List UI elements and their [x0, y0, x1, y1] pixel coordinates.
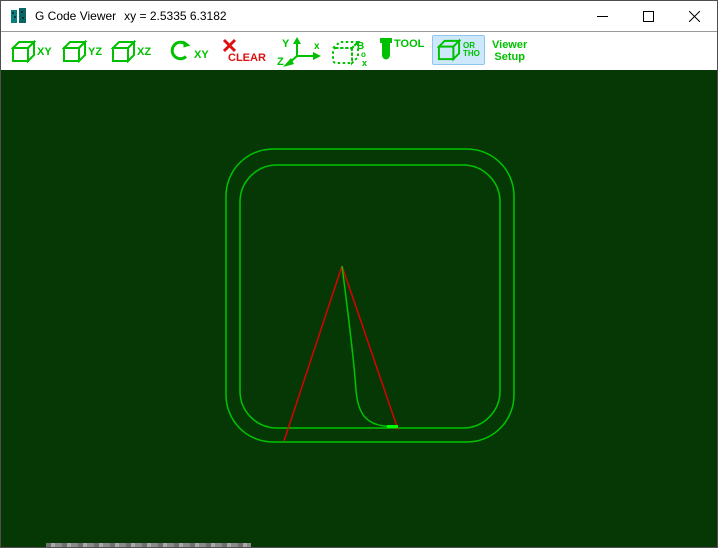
view-xz-label: XZ: [137, 45, 152, 58]
ortho-label: OR THO: [463, 42, 480, 58]
box-dashed-cube-icon: B o x: [330, 39, 367, 67]
tool-button[interactable]: TOOL: [379, 38, 424, 61]
cube-icon: [111, 40, 136, 63]
outer-contour-path: [225, 148, 515, 443]
coordinate-readout: xy = 2.5335 6.3182: [124, 9, 227, 23]
box-button[interactable]: B o x: [330, 38, 368, 67]
minimize-icon: [596, 15, 608, 17]
gcode-viewport[interactable]: [1, 70, 717, 547]
maximize-button[interactable]: [625, 1, 671, 31]
axis-z-label: Z: [277, 56, 284, 67]
view-xy-button[interactable]: XY: [11, 40, 52, 63]
rotate-xy-button[interactable]: XY: [169, 38, 209, 62]
box-x-label: x: [362, 58, 367, 67]
axis-x-label: x: [314, 41, 320, 52]
toolpath-drawing: [225, 148, 515, 443]
clear-button[interactable]: CLEAR: [222, 38, 266, 64]
view-xz-button[interactable]: XZ: [111, 40, 151, 63]
viewer-setup-label: Viewer Setup: [492, 39, 527, 63]
tool-label: TOOL: [394, 38, 425, 50]
gcode-viewer-window: G Code Viewer xy = 2.5335 6.3182 XY YZ X…: [0, 0, 718, 548]
axis-icon: Y x Z: [277, 37, 321, 67]
viewer-setup-line2: Setup: [494, 51, 525, 63]
view-yz-button[interactable]: YZ: [62, 40, 102, 63]
titlebar[interactable]: G Code Viewer xy = 2.5335 6.3182: [1, 1, 717, 31]
viewer-setup-button[interactable]: Viewer Setup: [492, 39, 527, 63]
window-title: G Code Viewer: [35, 9, 117, 23]
view-xy-label: XY: [37, 45, 52, 58]
tool-bit-icon: [380, 38, 392, 60]
cube-icon: [62, 40, 87, 63]
rotate-xy-label: XY: [194, 49, 209, 61]
caption-buttons: [579, 1, 717, 31]
maximize-icon: [642, 10, 654, 22]
axis-y-label: Y: [282, 38, 290, 50]
clear-x-icon: [222, 38, 237, 53]
axis-orientation-button[interactable]: Y x Z: [277, 36, 325, 67]
rapid-move-line-left: [283, 265, 343, 442]
clear-label: CLEAR: [228, 52, 266, 64]
rotate-icon: [170, 40, 191, 61]
view-yz-label: YZ: [88, 45, 103, 58]
ortho-toggle-button[interactable]: OR THO: [432, 35, 485, 65]
app-icon: [11, 7, 26, 23]
rapid-move-line-right: [341, 265, 399, 430]
minimize-button[interactable]: [579, 1, 625, 31]
ortho-label-bottom: THO: [463, 49, 480, 58]
cube-icon: [11, 40, 36, 63]
background-window-sliver: [46, 543, 251, 547]
inner-contour-path: [239, 164, 501, 429]
close-icon: [688, 10, 700, 22]
toolbar: XY YZ XZ XY CLEAR Y x Z B o x TOOL OR TH…: [1, 31, 717, 70]
close-button[interactable]: [671, 1, 717, 31]
viewer-setup-line1: Viewer: [492, 39, 528, 51]
ortho-cube-icon: [437, 38, 461, 62]
